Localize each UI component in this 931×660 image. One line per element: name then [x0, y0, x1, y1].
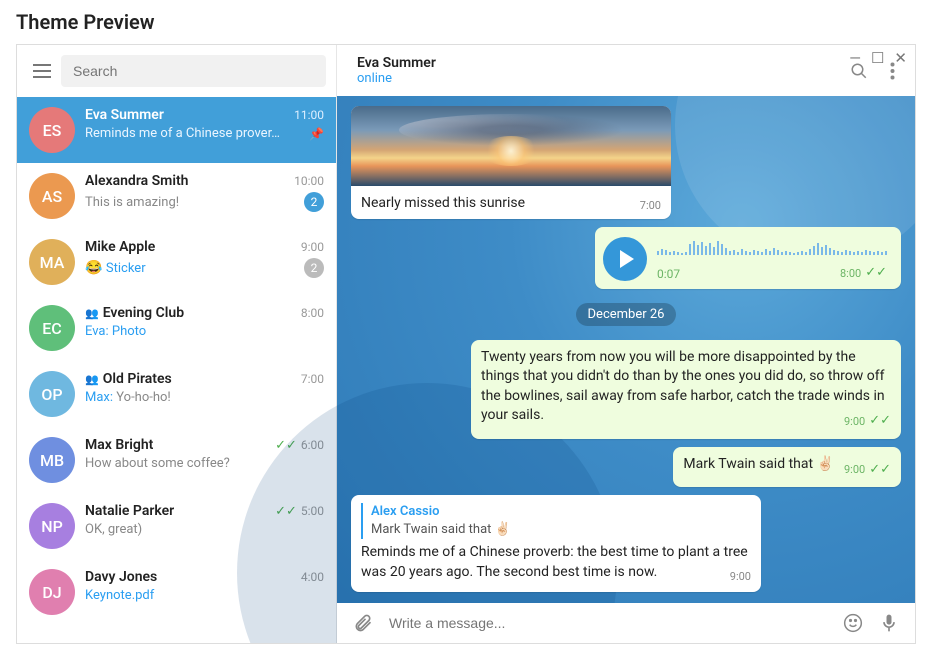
photo-caption-text: Nearly missed this sunrise	[361, 194, 525, 214]
waveform	[657, 235, 887, 255]
group-icon: 👥	[85, 373, 99, 386]
avatar: NP	[29, 503, 75, 549]
chat-time: 7:00	[301, 372, 324, 386]
group-icon: 👥	[85, 307, 99, 320]
message-time: 9:00	[730, 569, 751, 584]
chat-preview: 😂 Sticker	[85, 260, 304, 276]
chat-name: Mike Apple	[85, 239, 155, 255]
avatar: OP	[29, 371, 75, 417]
chat-time: 11:00	[294, 108, 324, 122]
avatar: ES	[29, 107, 75, 153]
reply-quote: Alex Cassio Mark Twain said that ✌🏻	[361, 503, 751, 539]
message-text: Mark Twain said that ✌🏻	[683, 456, 834, 472]
message-time: 9:00 ✓✓	[844, 412, 891, 430]
photo-message[interactable]: Nearly missed this sunrise 7:00	[351, 106, 671, 219]
chat-name: Max Bright	[85, 437, 153, 453]
chat-header-status: online	[357, 71, 436, 86]
voice-message[interactable]: 0:07 8:00 ✓✓	[595, 227, 901, 288]
unread-badge: 2	[304, 258, 324, 278]
reply-message[interactable]: Alex Cassio Mark Twain said that ✌🏻 Remi…	[351, 495, 761, 592]
chat-header-name: Eva Summer	[357, 55, 436, 71]
chat-preview: This is amazing!	[85, 195, 304, 210]
close-icon[interactable]: ✕	[894, 49, 907, 67]
chat-name: Alexandra Smith	[85, 173, 188, 189]
message-list: Nearly missed this sunrise 7:00 0:07	[337, 96, 915, 603]
chat-name: 👥Evening Club	[85, 305, 184, 321]
chat-time: 10:00	[294, 174, 324, 188]
date-separator: December 26	[576, 303, 677, 326]
chat-time: 8:00	[301, 306, 324, 320]
read-check-icon: ✓✓	[865, 264, 887, 282]
message-time: 8:00 ✓✓	[840, 264, 887, 282]
avatar: MA	[29, 239, 75, 285]
chat-preview: Reminds me of a Chinese prover…	[85, 126, 309, 141]
avatar: EC	[29, 305, 75, 351]
maximize-icon[interactable]: ☐	[871, 49, 884, 67]
chat-name: 👥Old Pirates	[85, 371, 172, 387]
chat-preview: Eva: Photo	[85, 324, 324, 339]
reply-quote-name: Alex Cassio	[371, 503, 751, 521]
chat-list-item[interactable]: AS Alexandra Smith 10:00 This is amazing!2	[17, 163, 336, 229]
avatar: DJ	[29, 569, 75, 615]
play-icon[interactable]	[603, 237, 647, 281]
chat-list-item[interactable]: MA Mike Apple 9:00 😂 Sticker2	[17, 229, 336, 295]
attach-icon[interactable]	[353, 613, 373, 633]
hamburger-menu-icon[interactable]	[27, 59, 51, 83]
page-title: Theme Preview	[0, 0, 931, 44]
text-message[interactable]: Mark Twain said that ✌🏻 9:00 ✓✓	[673, 447, 901, 487]
avatar: MB	[29, 437, 75, 483]
message-text: Twenty years from now you will be more d…	[481, 349, 885, 424]
unread-badge: 2	[304, 192, 324, 212]
microphone-icon[interactable]	[879, 613, 899, 633]
message-text: Reminds me of a Chinese proverb: the bes…	[361, 544, 748, 580]
search-input[interactable]	[61, 55, 326, 87]
chat-header: Eva Summer online	[337, 45, 915, 96]
avatar: AS	[29, 173, 75, 219]
text-message[interactable]: Twenty years from now you will be more d…	[471, 340, 901, 439]
read-check-icon: ✓✓	[869, 461, 891, 479]
chat-list-item[interactable]: OP 👥Old Pirates 7:00 Max: Yo-ho-ho!	[17, 361, 336, 427]
message-input[interactable]	[389, 615, 827, 631]
chat-preview: Max: Yo-ho-ho!	[85, 390, 324, 405]
message-time: 9:00 ✓✓	[844, 461, 891, 479]
message-time: 7:00	[640, 198, 661, 213]
chat-list-item[interactable]: EC 👥Evening Club 8:00 Eva: Photo	[17, 295, 336, 361]
voice-duration: 0:07	[657, 266, 680, 283]
message-composer	[337, 603, 915, 643]
chat-time: 9:00	[301, 240, 324, 254]
chat-name: Natalie Parker	[85, 503, 174, 519]
chat-name: Eva Summer	[85, 107, 164, 123]
emoji-icon[interactable]	[843, 613, 863, 633]
chat-name: Davy Jones	[85, 569, 157, 585]
chat-list-item[interactable]: ES Eva Summer 11:00 Reminds me of a Chinese…	[17, 97, 336, 163]
window-controls: — ☐ ✕	[849, 49, 907, 67]
pin-icon: 📌	[309, 127, 324, 141]
reply-quote-text: Mark Twain said that ✌🏻	[371, 521, 751, 539]
minimize-icon[interactable]: —	[849, 49, 861, 67]
chat-pane: Eva Summer online	[337, 45, 915, 643]
read-check-icon: ✓✓	[869, 412, 891, 430]
sunrise-photo	[351, 106, 671, 186]
app-window: — ☐ ✕ ES Eva Summer 11:00 Reminds me of a C…	[16, 44, 916, 644]
